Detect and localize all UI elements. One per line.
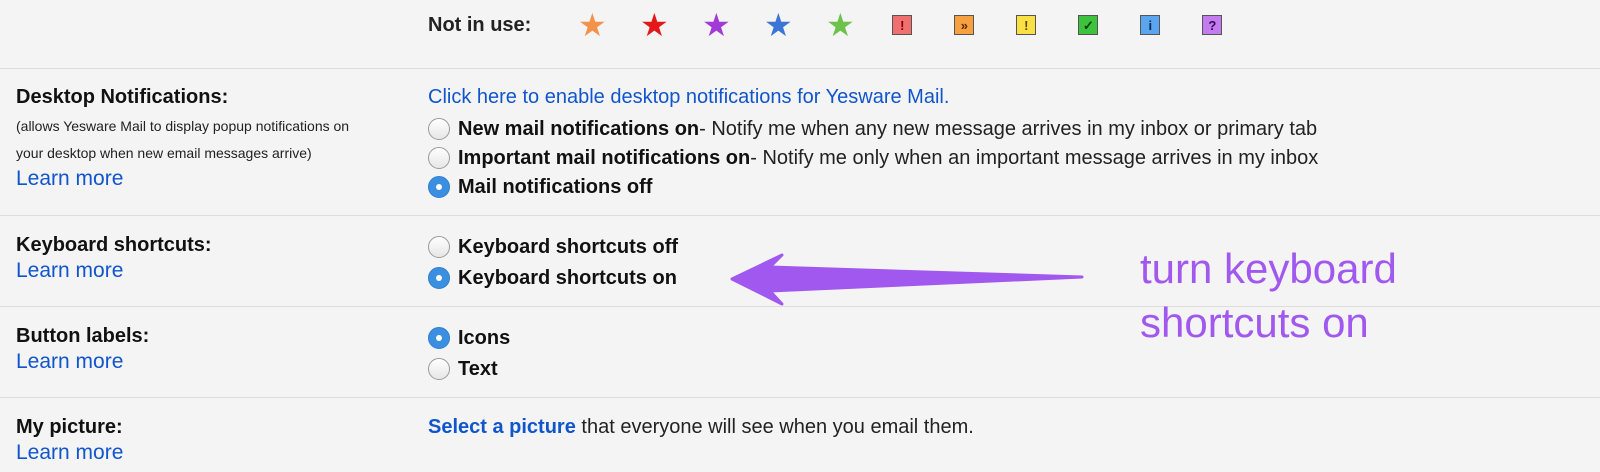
annotation-line-2: shortcuts on — [1140, 299, 1369, 346]
annotation-line-1: turn keyboard — [1140, 245, 1397, 292]
annotation-arrow-icon — [730, 253, 1084, 306]
annotation-text: turn keyboard shortcuts on — [1140, 242, 1397, 350]
